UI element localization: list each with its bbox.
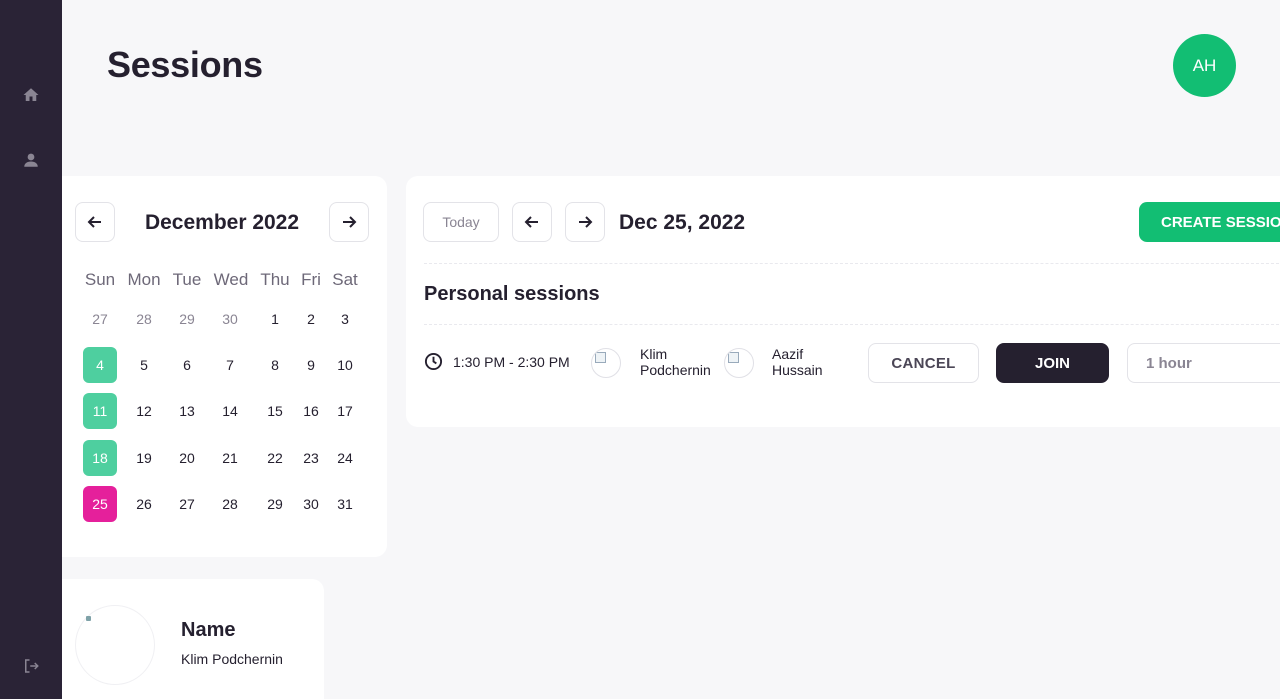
calendar-day[interactable]: 20 <box>170 440 204 476</box>
calendar-day[interactable]: 22 <box>258 440 292 476</box>
weekday-label: Sun <box>84 270 116 289</box>
calendar-day[interactable]: 2 <box>294 301 328 337</box>
participant-name: Aazif Hussain <box>772 346 823 378</box>
weekday-label: Thu <box>260 270 290 289</box>
calendar-day[interactable]: 28 <box>127 301 161 337</box>
calendar-day[interactable]: 23 <box>294 440 328 476</box>
calendar-day[interactable]: 27 <box>170 486 204 522</box>
today-button[interactable]: Today <box>423 202 499 242</box>
calendar-day[interactable]: 17 <box>328 393 362 429</box>
profile-photo <box>75 605 155 685</box>
calendar-day[interactable]: 29 <box>258 486 292 522</box>
cancel-button[interactable]: CANCEL <box>868 343 979 383</box>
calendar-day[interactable]: 21 <box>213 440 247 476</box>
calendar-day[interactable]: 13 <box>170 393 204 429</box>
calendar-day[interactable]: 19 <box>127 440 161 476</box>
participant-name: Klim Podchernin <box>640 346 711 378</box>
session-time: 1:30 PM - 2:30 PM <box>424 352 570 371</box>
calendar-day[interactable]: 14 <box>213 393 247 429</box>
calendar-next-button[interactable] <box>329 202 369 242</box>
join-button[interactable]: JOIN <box>996 343 1109 383</box>
profile-name-value: Klim Podchernin <box>181 651 283 667</box>
calendar-day[interactable]: 25 <box>83 486 117 522</box>
current-date: Dec 25, 2022 <box>619 211 746 234</box>
arrow-right-icon <box>579 216 593 228</box>
arrow-right-icon <box>343 216 357 228</box>
weekday-label: Mon <box>127 270 161 289</box>
calendar-day[interactable]: 11 <box>83 393 117 429</box>
calendar-day[interactable]: 29 <box>170 301 204 337</box>
profile-name-label: Name <box>181 619 236 641</box>
calendar-day[interactable]: 7 <box>213 347 247 383</box>
calendar-day[interactable]: 12 <box>127 393 161 429</box>
calendar-day[interactable]: 4 <box>83 347 117 383</box>
logout-icon[interactable] <box>21 656 41 676</box>
calendar-day[interactable]: 8 <box>258 347 292 383</box>
calendar-day[interactable]: 18 <box>83 440 117 476</box>
weekday-label: Wed <box>213 270 249 289</box>
calendar-day[interactable]: 10 <box>328 347 362 383</box>
page-title: Sessions <box>107 44 263 85</box>
arrow-left-icon <box>524 216 538 228</box>
calendar-day[interactable]: 31 <box>328 486 362 522</box>
user-icon[interactable] <box>21 150 41 170</box>
calendar-day[interactable]: 30 <box>294 486 328 522</box>
participant-avatar <box>591 348 621 378</box>
calendar-day[interactable]: 27 <box>83 301 117 337</box>
weekday-label: Fri <box>301 270 321 289</box>
avatar[interactable]: AH <box>1173 34 1236 97</box>
create-session-button[interactable]: CREATE SESSION <box>1139 202 1280 242</box>
day-prev-button[interactable] <box>512 202 552 242</box>
calendar-day[interactable]: 28 <box>213 486 247 522</box>
divider <box>424 263 1280 264</box>
sidebar <box>0 0 62 699</box>
duration-field[interactable]: 1 hour <box>1127 343 1280 383</box>
participant-avatar <box>724 348 754 378</box>
home-icon[interactable] <box>21 85 41 105</box>
session-time-label: 1:30 PM - 2:30 PM <box>453 353 570 370</box>
calendar-day[interactable]: 24 <box>328 440 362 476</box>
calendar-day[interactable]: 3 <box>328 301 362 337</box>
day-next-button[interactable] <box>565 202 605 242</box>
calendar-day[interactable]: 6 <box>170 347 204 383</box>
calendar-day[interactable]: 1 <box>258 301 292 337</box>
calendar-day[interactable]: 26 <box>127 486 161 522</box>
divider <box>424 324 1280 325</box>
calendar-day[interactable]: 16 <box>294 393 328 429</box>
section-title: Personal sessions <box>424 283 600 305</box>
calendar-day[interactable]: 15 <box>258 393 292 429</box>
calendar-day[interactable]: 9 <box>294 347 328 383</box>
clock-icon <box>424 352 443 371</box>
calendar-day[interactable]: 30 <box>213 301 247 337</box>
weekday-label: Tue <box>172 270 202 289</box>
weekday-label: Sat <box>332 270 358 289</box>
calendar-day[interactable]: 5 <box>127 347 161 383</box>
